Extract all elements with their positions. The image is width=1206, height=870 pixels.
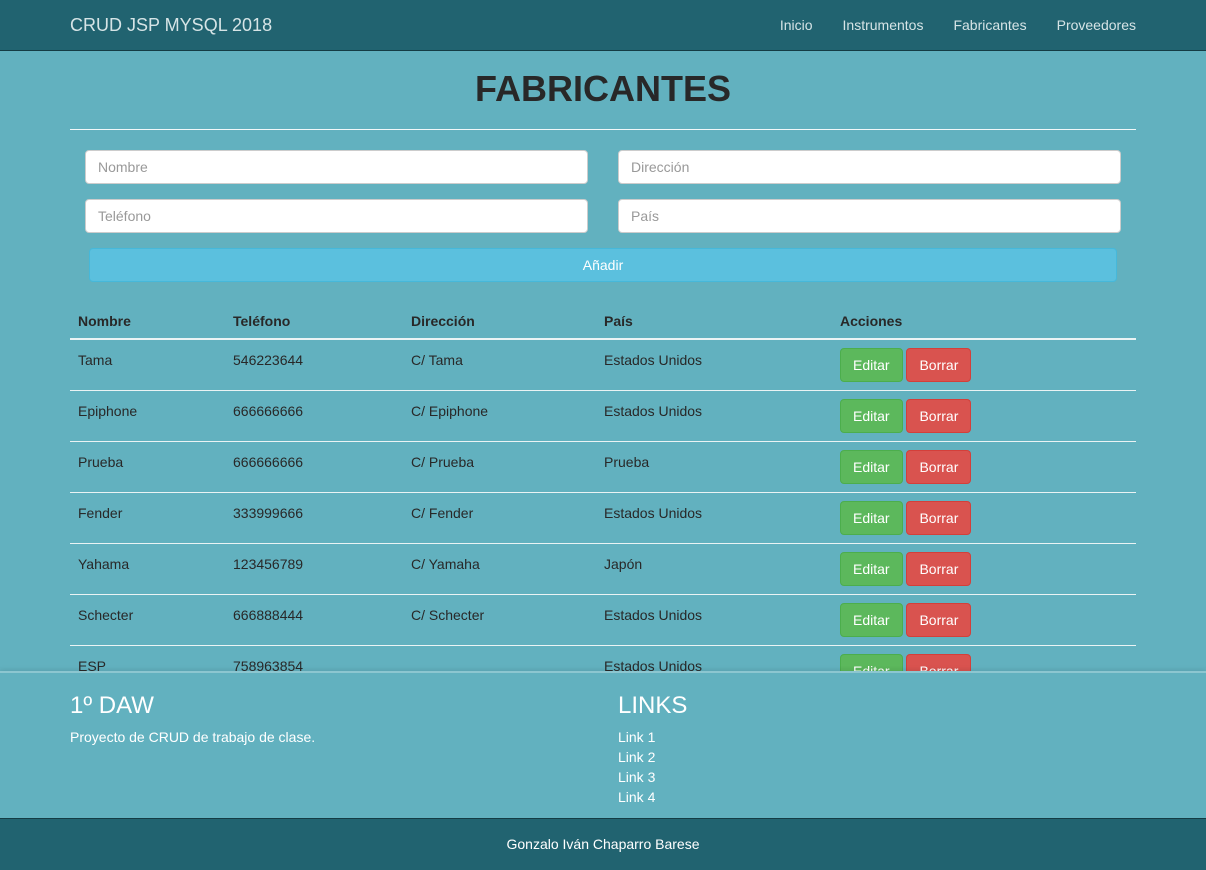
- top-navbar: CRUD JSP MYSQL 2018 Inicio Instrumentos …: [0, 0, 1206, 51]
- fabricantes-table: Nombre Teléfono Dirección País Acciones …: [70, 303, 1136, 671]
- cell-pais: Estados Unidos: [596, 492, 832, 544]
- footer-link-1[interactable]: Link 1: [618, 727, 687, 747]
- cell-telefono: 666888444: [225, 594, 403, 646]
- footer-link-4[interactable]: Link 4: [618, 787, 687, 807]
- title-divider: [70, 129, 1136, 130]
- cell-acciones: Editar Borrar: [832, 492, 1136, 544]
- cell-telefono: 758963854: [225, 645, 403, 671]
- footer-about-title: 1º DAW: [70, 692, 154, 719]
- edit-button[interactable]: Editar: [840, 602, 903, 637]
- delete-button[interactable]: Borrar: [906, 500, 972, 535]
- nav-link-proveedores[interactable]: Proveedores: [1042, 0, 1136, 50]
- footer-about: 1º DAW Proyecto de CRUD de trabajo de cl…: [70, 691, 315, 747]
- edit-button[interactable]: Editar: [840, 653, 903, 671]
- cell-pais: Prueba: [596, 441, 832, 493]
- cell-acciones: Editar Borrar: [832, 441, 1136, 493]
- nombre-input[interactable]: [85, 150, 588, 184]
- cell-direccion: C/ Schecter: [403, 594, 596, 646]
- cell-direccion: C/ Tama: [403, 339, 596, 391]
- cell-pais: Estados Unidos: [596, 594, 832, 646]
- cell-acciones: Editar Borrar: [832, 543, 1136, 595]
- table-row: Prueba 666666666 C/ Prueba Prueba Editar Bor…: [70, 441, 1136, 493]
- nav-link-fabricantes[interactable]: Fabricantes: [938, 0, 1041, 50]
- header-acciones: Acciones: [832, 303, 1136, 340]
- cell-nombre: Tama: [70, 339, 225, 391]
- cell-direccion: [403, 645, 596, 671]
- edit-button[interactable]: Editar: [840, 348, 903, 382]
- footer-links-title: LINKS: [618, 692, 688, 719]
- edit-button[interactable]: Editar: [840, 449, 903, 484]
- cell-direccion: C/ Yamaha: [403, 543, 596, 595]
- delete-button[interactable]: Borrar: [906, 551, 972, 586]
- header-telefono: Teléfono: [225, 303, 403, 340]
- delete-button[interactable]: Borrar: [906, 398, 972, 433]
- cell-direccion: C/ Prueba: [403, 441, 596, 493]
- cell-nombre: Schecter: [70, 594, 225, 646]
- footer-credit: Gonzalo Iván Chaparro Barese: [0, 818, 1206, 870]
- cell-telefono: 333999666: [225, 492, 403, 544]
- cell-nombre: Epiphone: [70, 390, 225, 442]
- cell-pais: Japón: [596, 543, 832, 595]
- cell-direccion: C/ Fender: [403, 492, 596, 544]
- cell-pais: Estados Unidos: [596, 645, 832, 671]
- nav-link-instrumentos[interactable]: Instrumentos: [828, 0, 939, 50]
- table-row: ESP 758963854 Estados Unidos Editar Borrar: [70, 645, 1136, 671]
- nav-links: Inicio Instrumentos Fabricantes Proveedo…: [765, 0, 1136, 50]
- header-nombre: Nombre: [70, 303, 225, 340]
- main-content: FABRICANTES Añadir Nombre Teléfono Direc…: [0, 51, 1206, 671]
- table-row: Yahama 123456789 C/ Yamaha Japón Editar Borr…: [70, 543, 1136, 595]
- edit-button[interactable]: Editar: [840, 500, 903, 535]
- add-button[interactable]: Añadir: [89, 248, 1117, 282]
- table-header-row: Nombre Teléfono Dirección País Acciones: [70, 303, 1136, 340]
- footer-link-2[interactable]: Link 2: [618, 747, 687, 767]
- cell-acciones: Editar Borrar: [832, 339, 1136, 391]
- cell-pais: Estados Unidos: [596, 339, 832, 391]
- cell-nombre: Prueba: [70, 441, 225, 493]
- cell-pais: Estados Unidos: [596, 390, 832, 442]
- edit-button[interactable]: Editar: [840, 398, 903, 433]
- cell-direccion: C/ Epiphone: [403, 390, 596, 442]
- nav-link-inicio[interactable]: Inicio: [765, 0, 828, 50]
- cell-telefono: 666666666: [225, 390, 403, 442]
- cell-nombre: ESP: [70, 645, 225, 671]
- cell-acciones: Editar Borrar: [832, 594, 1136, 646]
- table-row: Fender 333999666 C/ Fender Estados Unidos Ed…: [70, 492, 1136, 544]
- cell-nombre: Yahama: [70, 543, 225, 595]
- header-direccion: Dirección: [403, 303, 596, 340]
- footer-info: 1º DAW Proyecto de CRUD de trabajo de cl…: [0, 671, 1206, 818]
- cell-telefono: 123456789: [225, 543, 403, 595]
- footer-about-text: Proyecto de CRUD de trabajo de clase.: [70, 729, 316, 745]
- brand-title[interactable]: CRUD JSP MYSQL 2018: [70, 14, 272, 36]
- telefono-input[interactable]: [85, 199, 588, 233]
- cell-telefono: 546223644: [225, 339, 403, 391]
- footer-link-3[interactable]: Link 3: [618, 767, 687, 787]
- delete-button[interactable]: Borrar: [906, 653, 972, 671]
- page-title: FABRICANTES: [474, 68, 731, 109]
- delete-button[interactable]: Borrar: [906, 449, 972, 484]
- table-row: Schecter 666888444 C/ Schecter Estados Unid…: [70, 594, 1136, 646]
- cell-telefono: 666666666: [225, 441, 403, 493]
- direccion-input[interactable]: [618, 150, 1121, 184]
- delete-button[interactable]: Borrar: [906, 348, 972, 382]
- footer-links: LINKS Link 1 Link 2 Link 3 Link 4: [618, 691, 687, 807]
- pais-input[interactable]: [618, 199, 1121, 233]
- cell-acciones: Editar Borrar: [832, 645, 1136, 671]
- edit-button[interactable]: Editar: [840, 551, 903, 586]
- cell-nombre: Fender: [70, 492, 225, 544]
- header-pais: País: [596, 303, 832, 340]
- delete-button[interactable]: Borrar: [906, 602, 972, 637]
- cell-acciones: Editar Borrar: [832, 390, 1136, 442]
- table-row: Tama 546223644 C/ Tama Estados Unidos Editar…: [70, 339, 1136, 391]
- table-row: Epiphone 666666666 C/ Epiphone Estados Unid…: [70, 390, 1136, 442]
